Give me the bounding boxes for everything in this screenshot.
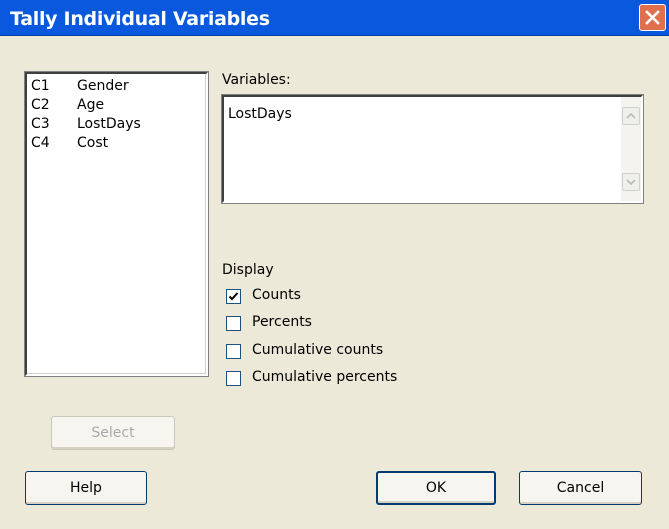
column-id: C3 — [31, 116, 50, 132]
close-icon — [645, 10, 660, 25]
column-name: Gender — [77, 78, 129, 94]
ok-button[interactable]: OK — [376, 471, 496, 505]
variables-scrollbar[interactable] — [621, 97, 641, 201]
column-id: C4 — [31, 135, 50, 151]
column-listbox[interactable]: C1 Gender C2 Age C3 LostDays C4 Cost — [25, 72, 208, 376]
display-group-label: Display — [222, 262, 274, 278]
column-name: Age — [77, 97, 105, 113]
scroll-up-button[interactable] — [622, 107, 640, 125]
scroll-down-button[interactable] — [622, 173, 640, 191]
variables-textarea[interactable]: LostDays — [222, 95, 643, 203]
dialog-window: Tally Individual Variables C1 Gender C2 … — [0, 0, 669, 529]
select-button[interactable]: Select — [51, 416, 175, 450]
column-id: C2 — [31, 97, 50, 113]
chevron-down-icon — [626, 179, 636, 186]
variables-label: Variables: — [222, 72, 291, 88]
checkbox-box[interactable] — [226, 316, 241, 331]
checkbox-label: Cumulative counts — [252, 342, 384, 358]
checkbox-box[interactable] — [226, 289, 241, 304]
column-name: LostDays — [77, 116, 141, 132]
column-name: Cost — [77, 135, 109, 151]
checkbox-box[interactable] — [226, 344, 241, 359]
variables-value: LostDays — [228, 106, 292, 122]
checkbox-box[interactable] — [226, 371, 241, 386]
checkbox-label: Counts — [252, 287, 301, 303]
help-button[interactable]: Help — [25, 471, 147, 505]
checkmark-icon — [228, 292, 239, 301]
checkbox-label: Cumulative percents — [252, 369, 398, 385]
checkbox-label: Percents — [252, 314, 312, 330]
title-bar[interactable]: Tally Individual Variables — [0, 0, 669, 36]
dialog-title: Tally Individual Variables — [10, 8, 270, 30]
cancel-button[interactable]: Cancel — [519, 471, 642, 505]
chevron-up-icon — [626, 112, 636, 119]
column-id: C1 — [31, 78, 50, 94]
close-button[interactable] — [639, 4, 666, 31]
